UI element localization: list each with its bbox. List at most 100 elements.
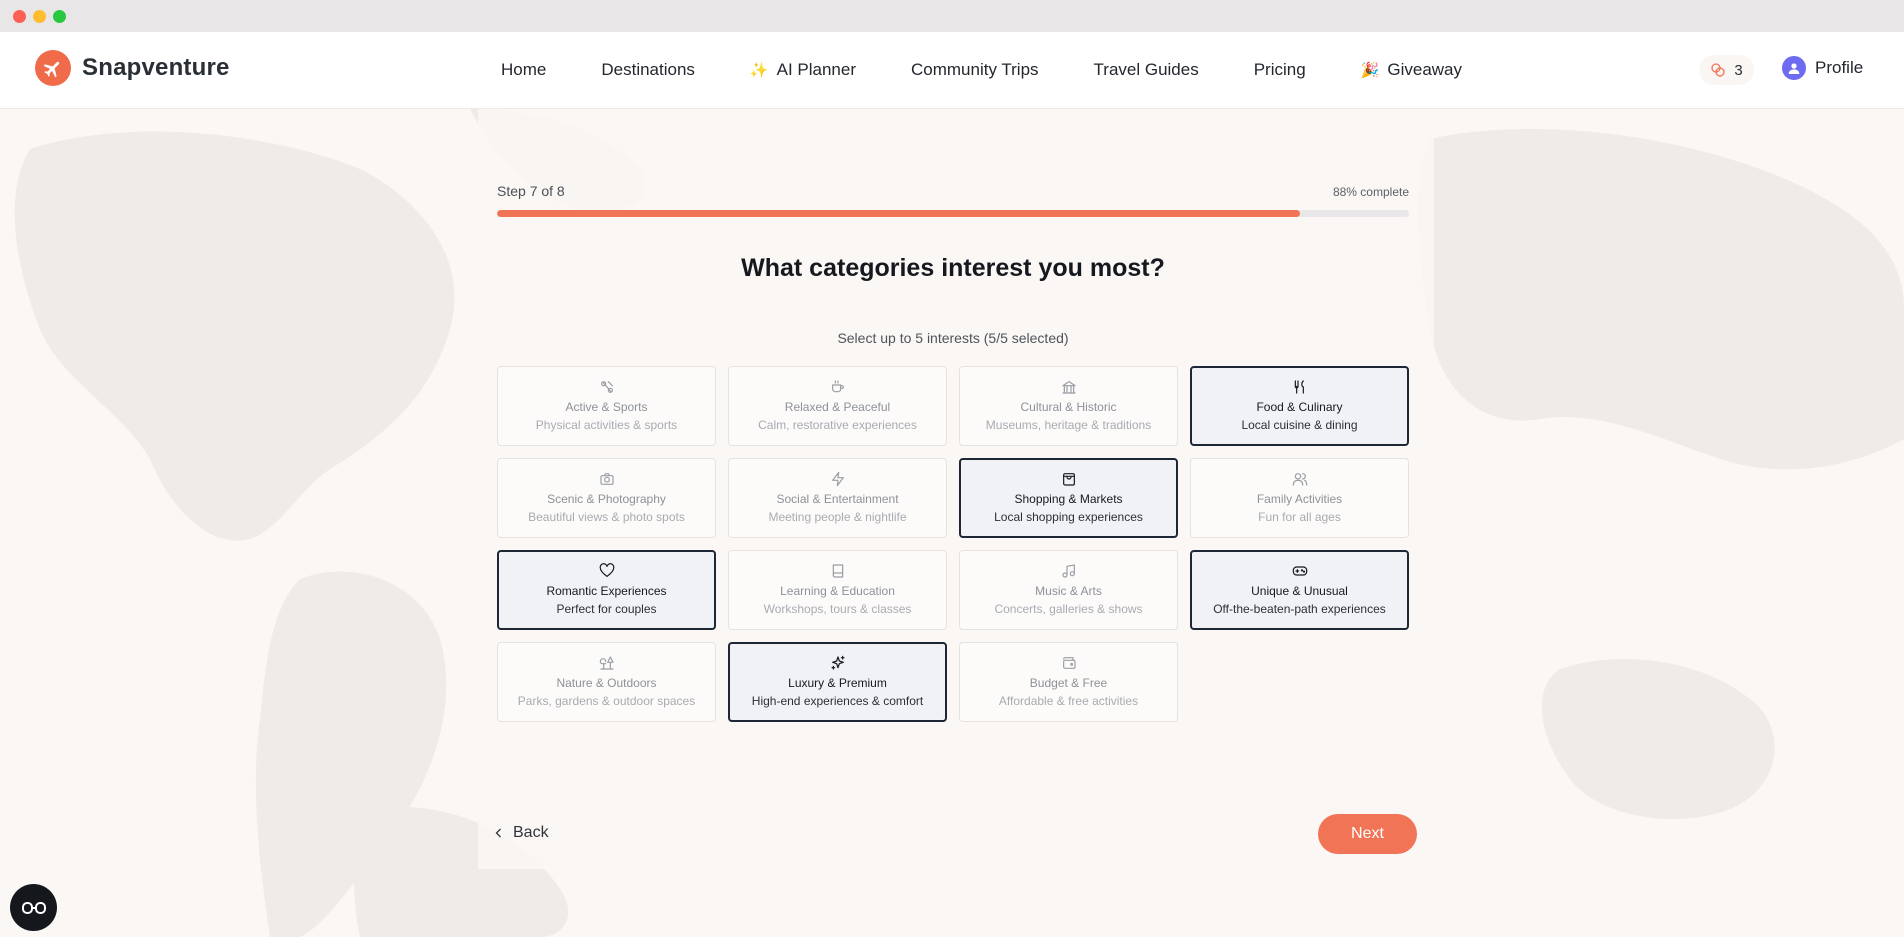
category-title: Scenic & Photography <box>547 491 666 506</box>
nav-pricing-label: Pricing <box>1253 60 1306 79</box>
profile-menu[interactable]: Profile <box>1782 56 1863 80</box>
progress-bar-fill <box>497 210 1300 217</box>
brand-name: Snapventure <box>82 54 230 81</box>
category-description: Concerts, galleries & shows <box>994 601 1143 616</box>
category-title: Music & Arts <box>1035 583 1102 598</box>
zap-icon <box>830 470 846 488</box>
category-description: Perfect for couples <box>556 601 657 616</box>
chevron-left-icon <box>495 828 501 838</box>
category-card-nature-and-outdoors[interactable]: Nature & Outdoors Parks, gardens & outdoo… <box>497 642 716 722</box>
sparkles-icon <box>830 654 846 672</box>
category-card-learning-and-education[interactable]: Learning & Education Workshops, tours & c… <box>728 550 947 630</box>
category-title: Learning & Education <box>780 583 895 598</box>
nav-community-trips[interactable]: Community Trips <box>911 60 1039 80</box>
next-button[interactable]: Next <box>1318 814 1417 854</box>
nav-giveaway[interactable]: 🎉 Giveaway <box>1361 60 1462 80</box>
category-title: Relaxed & Peaceful <box>784 399 891 414</box>
nav-community-trips-label: Community Trips <box>911 60 1039 79</box>
category-card-cultural-and-historic[interactable]: Cultural & Historic Museums, heritage & t… <box>959 366 1178 446</box>
category-card-relaxed-and-peaceful[interactable]: Relaxed & Peaceful Calm, restorative expe… <box>728 366 947 446</box>
activity-icon <box>599 378 615 396</box>
glasses-icon <box>21 901 46 914</box>
category-card-music-and-arts[interactable]: Music & Arts Concerts, galleries & shows <box>959 550 1178 630</box>
nav-giveaway-label: Giveaway <box>1387 60 1463 79</box>
category-title: Shopping & Markets <box>1014 491 1123 506</box>
selection-helper-text: Select up to 5 interests (5/5 selected) <box>837 330 1069 346</box>
category-title: Nature & Outdoors <box>556 675 657 690</box>
category-description: Local cuisine & dining <box>1241 417 1358 432</box>
category-card-scenic-and-photography[interactable]: Scenic & Photography Beautiful views & ph… <box>497 458 716 538</box>
music-icon <box>1061 562 1077 580</box>
nav-ai-planner[interactable]: ✨ AI Planner <box>750 60 856 80</box>
airplane-icon <box>35 50 71 86</box>
category-description: Affordable & free activities <box>998 693 1139 708</box>
category-card-family-activities[interactable]: Family Activities Fun for all ages <box>1190 458 1409 538</box>
book-icon <box>830 562 846 580</box>
category-title: Food & Culinary <box>1256 399 1343 414</box>
category-title: Cultural & Historic <box>1020 399 1117 414</box>
help-widget-button[interactable] <box>10 884 57 931</box>
gamepad-icon <box>1292 562 1308 580</box>
category-card-luxury-and-premium[interactable]: Luxury & Premium High-end experiences & c… <box>728 642 947 722</box>
brand-logo[interactable]: Snapventure <box>35 50 230 86</box>
points-count: 3 <box>1734 61 1743 79</box>
trees-icon <box>599 654 615 672</box>
category-description: Parks, gardens & outdoor spaces <box>517 693 696 708</box>
back-label: Back <box>513 824 549 841</box>
profile-label: Profile <box>1815 58 1864 77</box>
category-title: Family Activities <box>1256 491 1343 506</box>
points-badge[interactable]: 3 <box>1699 55 1754 85</box>
minimize-window-button[interactable] <box>33 10 46 23</box>
users-icon <box>1292 470 1308 488</box>
question-heading: What categories interest you most? <box>741 254 1165 282</box>
category-description: Museums, heritage & traditions <box>985 417 1152 432</box>
back-button[interactable]: Back <box>493 822 549 844</box>
category-title: Social & Entertainment <box>776 491 899 506</box>
sparkles-emoji-icon: ✨ <box>749 62 769 79</box>
shopping-bag-icon <box>1061 470 1077 488</box>
coins-icon <box>1711 63 1725 77</box>
nav-travel-guides[interactable]: Travel Guides <box>1094 60 1199 80</box>
nav-destinations[interactable]: Destinations <box>601 60 695 80</box>
party-popper-icon: 🎉 <box>1360 62 1380 79</box>
heart-icon <box>599 562 615 580</box>
camera-icon <box>599 470 615 488</box>
category-description: Off-the-beaten-path experiences <box>1213 601 1386 616</box>
landmark-icon <box>1061 378 1077 396</box>
category-description: Local shopping experiences <box>994 509 1143 524</box>
category-description: Beautiful views & photo spots <box>528 509 685 524</box>
category-description: Meeting people & nightlife <box>768 509 907 524</box>
category-card-budget-and-free[interactable]: Budget & Free Affordable & free activitie… <box>959 642 1178 722</box>
top-navbar: Snapventure Home Destinations ✨ AI Planne… <box>0 32 1904 109</box>
close-window-button[interactable] <box>13 10 26 23</box>
category-title: Budget & Free <box>1029 675 1108 690</box>
category-grid: Active & Sports Physical activities & spo… <box>497 366 1409 722</box>
category-description: Fun for all ages <box>1258 509 1341 524</box>
category-title: Luxury & Premium <box>788 675 887 690</box>
nav-pricing[interactable]: Pricing <box>1254 60 1306 80</box>
nav-ai-planner-label: AI Planner <box>776 60 856 79</box>
nav-home-label: Home <box>501 60 547 79</box>
user-avatar-icon <box>1782 56 1806 80</box>
nav-travel-guides-label: Travel Guides <box>1093 60 1199 79</box>
category-card-social-and-entertainment[interactable]: Social & Entertainment Meeting people & n… <box>728 458 947 538</box>
category-card-romantic-experiences[interactable]: Romantic Experiences Perfect for couples <box>497 550 716 630</box>
category-description: High-end experiences & comfort <box>751 693 924 708</box>
nav-home[interactable]: Home <box>501 60 546 80</box>
progress-bar <box>497 210 1409 217</box>
category-title: Unique & Unusual <box>1251 583 1348 598</box>
category-card-food-and-culinary[interactable]: Food & Culinary Local cuisine & dining <box>1190 366 1409 446</box>
category-card-unique-and-unusual[interactable]: Unique & Unusual Off-the-beaten-path expe… <box>1190 550 1409 630</box>
maximize-window-button[interactable] <box>53 10 66 23</box>
category-title: Romantic Experiences <box>546 583 667 598</box>
nav-destinations-label: Destinations <box>601 60 695 79</box>
category-card-shopping-and-markets[interactable]: Shopping & Markets Local shopping experie… <box>959 458 1178 538</box>
category-title: Active & Sports <box>565 399 648 414</box>
category-description: Physical activities & sports <box>535 417 678 432</box>
progress-percent: 88% complete <box>1332 185 1409 199</box>
utensils-icon <box>1292 378 1308 396</box>
wallet-icon <box>1061 654 1077 672</box>
category-card-active-and-sports[interactable]: Active & Sports Physical activities & spo… <box>497 366 716 446</box>
category-description: Calm, restorative experiences <box>758 417 917 432</box>
main-nav: Home Destinations ✨ AI Planner Community … <box>501 32 1517 108</box>
